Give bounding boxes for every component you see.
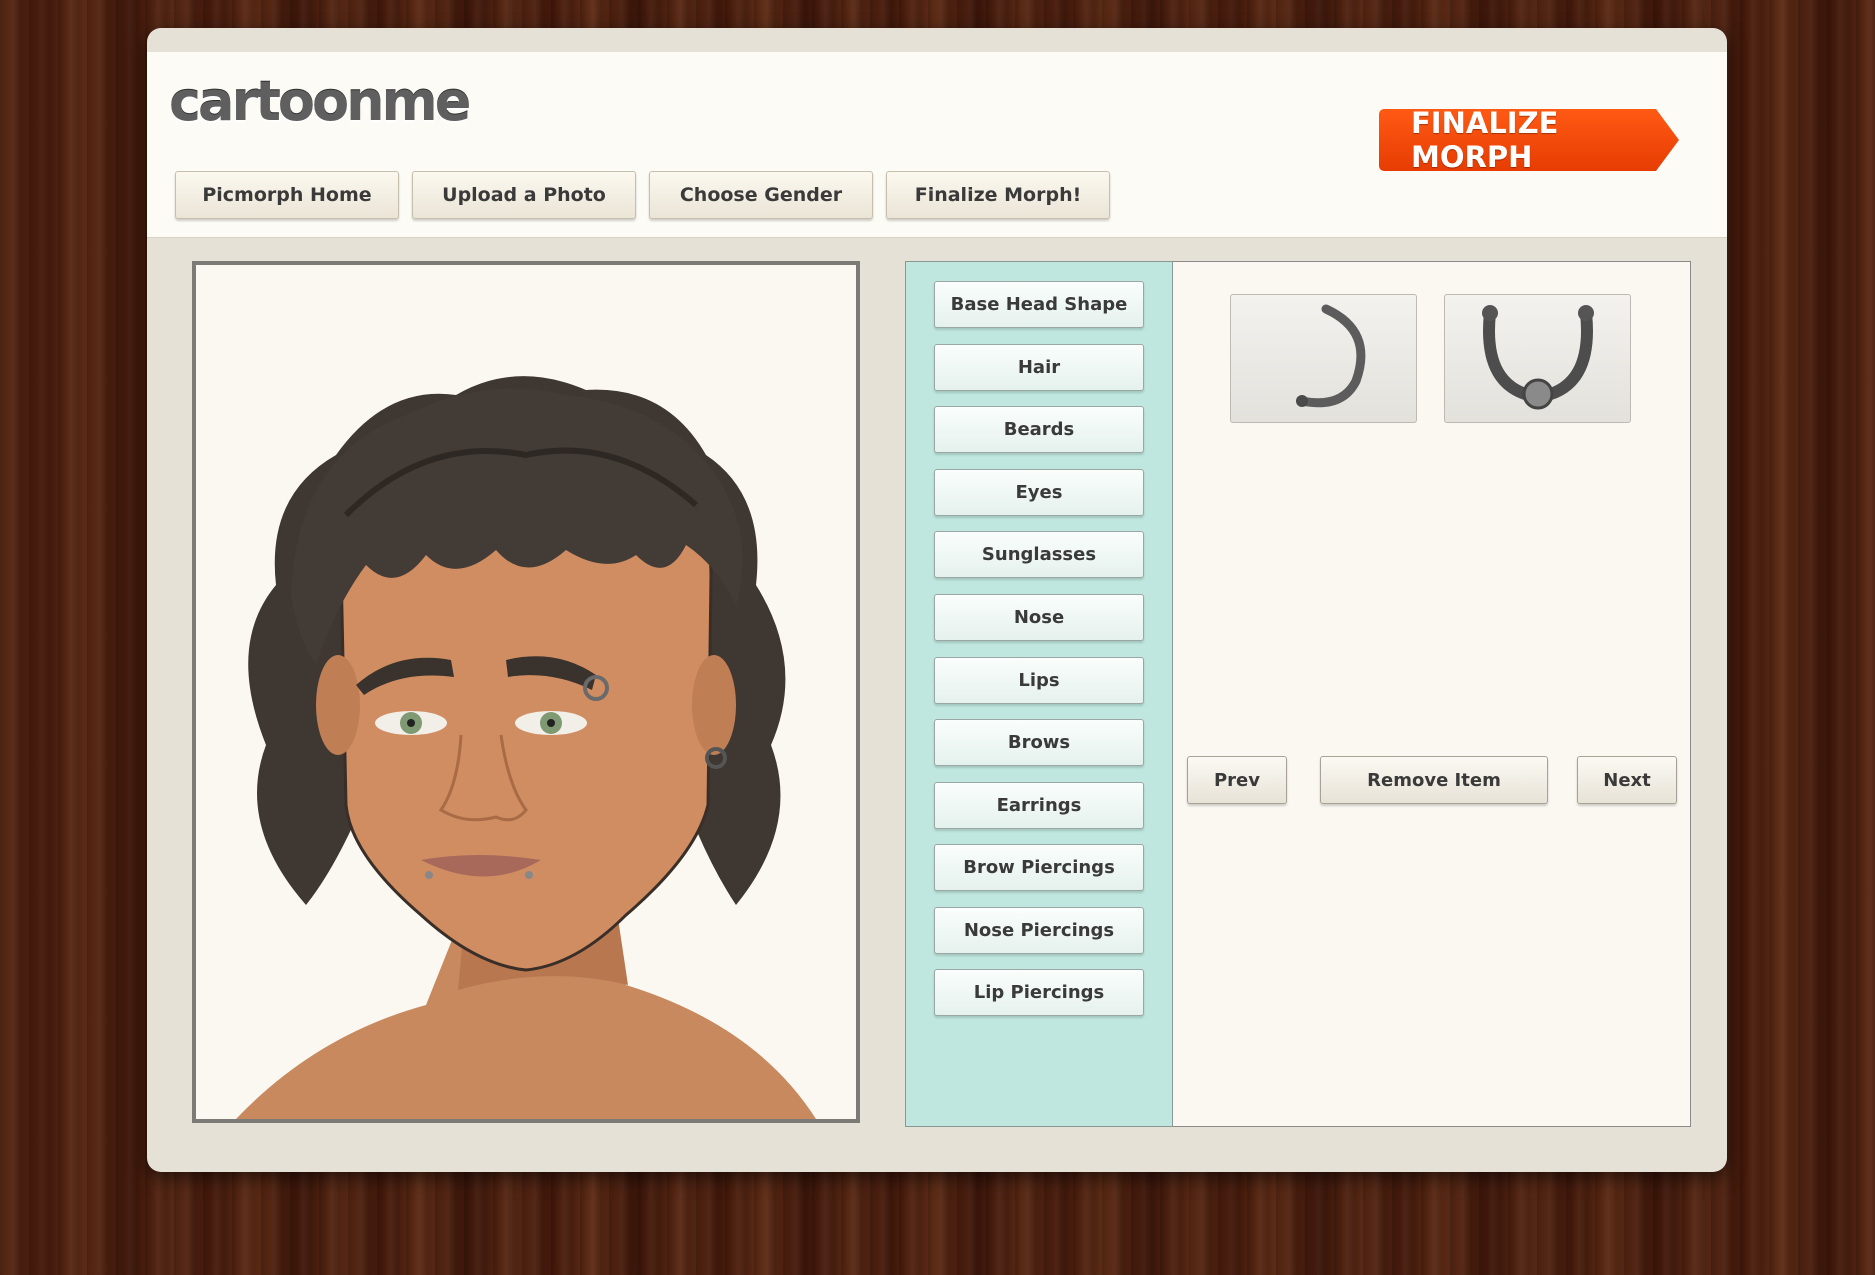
cartoon-avatar	[236, 376, 816, 1119]
logo[interactable]: cartoonme	[169, 70, 471, 133]
category-beards-button[interactable]: Beards	[934, 406, 1144, 453]
remove-item-button[interactable]: Remove Item	[1320, 756, 1548, 804]
avatar-preview	[192, 261, 860, 1123]
items-panel: Prev Remove Item Next	[1173, 261, 1691, 1127]
nav-picmorph-home-button[interactable]: Picmorph Home	[175, 171, 399, 219]
item-thumbnail[interactable]	[1230, 294, 1417, 423]
category-eyes-button[interactable]: Eyes	[934, 469, 1144, 516]
category-brows-button[interactable]: Brows	[934, 719, 1144, 766]
finalize-morph-banner-button[interactable]: FINALIZE MORPH	[1379, 109, 1679, 171]
category-hair-button[interactable]: Hair	[934, 344, 1144, 391]
curved-ring-piercing-icon	[1295, 304, 1365, 408]
category-brow-piercings-button[interactable]: Brow Piercings	[934, 844, 1144, 891]
category-nose-button[interactable]: Nose	[934, 594, 1144, 641]
prev-button[interactable]: Prev	[1187, 756, 1287, 804]
category-earrings-button[interactable]: Earrings	[934, 782, 1144, 829]
item-thumbnail[interactable]	[1444, 294, 1631, 423]
category-lips-button[interactable]: Lips	[934, 657, 1144, 704]
header: cartoonme Picmorph Home Upload a Photo C…	[147, 52, 1727, 238]
horseshoe-ball-piercing-icon	[1481, 305, 1594, 410]
category-lip-piercings-button[interactable]: Lip Piercings	[934, 969, 1144, 1016]
category-base-head-shape-button[interactable]: Base Head Shape	[934, 281, 1144, 328]
nav-upload-photo-button[interactable]: Upload a Photo	[412, 171, 636, 219]
nav-choose-gender-button[interactable]: Choose Gender	[649, 171, 873, 219]
main-panel: cartoonme Picmorph Home Upload a Photo C…	[147, 28, 1727, 1172]
category-panel: Base Head Shape Hair Beards Eyes Sunglas…	[905, 261, 1173, 1127]
category-sunglasses-button[interactable]: Sunglasses	[934, 531, 1144, 578]
category-nose-piercings-button[interactable]: Nose Piercings	[934, 907, 1144, 954]
nav-finalize-morph-button[interactable]: Finalize Morph!	[886, 171, 1110, 219]
next-button[interactable]: Next	[1577, 756, 1677, 804]
